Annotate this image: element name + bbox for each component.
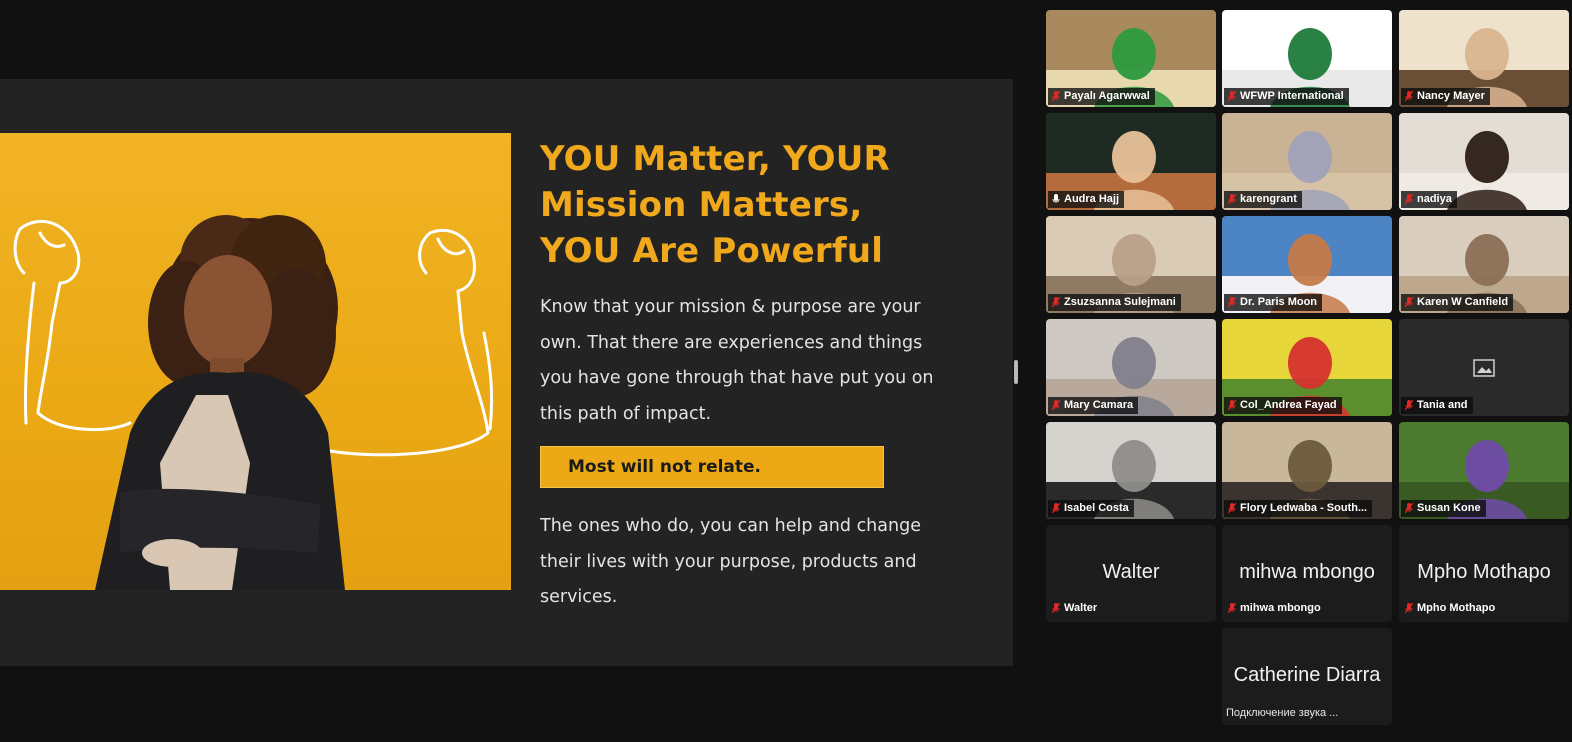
participant-name: Nancy Mayer [1417, 90, 1485, 102]
mic-muted-icon [1228, 194, 1236, 205]
slide-title-line: YOU Are Powerful [540, 231, 884, 271]
participant-tile[interactable]: Flory Ledwaba - South... [1222, 422, 1392, 519]
mic-muted-icon [1228, 400, 1236, 411]
mic-muted-icon [1228, 297, 1236, 308]
participant-tile[interactable]: Col_Andrea Fayad [1222, 319, 1392, 416]
mic-muted-icon [1052, 91, 1060, 102]
mic-muted-icon [1052, 503, 1060, 514]
slide-title-line: YOU Matter, YOUR [540, 139, 890, 179]
participant-name: Payalı Agarwwal [1064, 90, 1150, 102]
slide-paragraph-line: services. [540, 587, 618, 607]
participant-tile[interactable]: Nancy Mayer [1399, 10, 1569, 107]
participant-name-label: WFWP International [1224, 88, 1349, 105]
participant-tile[interactable]: Karen W Canfield [1399, 216, 1569, 313]
slide-paragraph-line: Know that your mission & purpose are you… [540, 297, 921, 317]
mic-muted-icon [1405, 297, 1413, 308]
participant-name: Dr. Paris Moon [1240, 296, 1318, 308]
slide-paragraph-line: you have gone through that have put you … [540, 368, 934, 388]
slide-paragraph-line: The ones who do, you can help and change [540, 516, 921, 536]
participant-tile[interactable]: mihwa mbongo mihwa mbongo [1222, 525, 1392, 622]
participant-name-label: karengrant [1224, 191, 1302, 208]
participant-tile[interactable]: Isabel Costa [1046, 422, 1216, 519]
mic-muted-icon [1405, 91, 1413, 102]
participant-name: Karen W Canfield [1417, 296, 1509, 308]
participant-name: Walter [1064, 602, 1098, 614]
participant-name-label: mihwa mbongo [1224, 600, 1326, 617]
shared-slide: YOU Matter, YOUR Mission Matters, YOU Ar… [0, 79, 1013, 666]
participant-name-label: nadiya [1401, 191, 1457, 208]
audio-status: Подключение звука ... [1226, 707, 1339, 719]
slide-paragraph: Know that your mission & purpose are you… [540, 290, 1000, 432]
mic-icon [1052, 194, 1060, 203]
mic-muted-icon [1228, 503, 1236, 514]
participant-tile[interactable]: Tania and [1399, 319, 1569, 416]
slide-callout-text: Most will not relate. [568, 457, 762, 477]
participant-display-name: Walter [1102, 561, 1160, 583]
participant-tile[interactable]: nadiya [1399, 113, 1569, 210]
mic-muted-icon [1405, 603, 1413, 614]
participant-name: Flory Ledwaba - South... [1240, 502, 1368, 514]
woman-flexing-illustration [13, 215, 494, 590]
participant-name: Isabel Costa [1064, 502, 1129, 514]
participant-name-label: Mpho Mothapo [1401, 600, 1500, 617]
participant-name-label: Mary Camara [1048, 397, 1139, 414]
split-view-handle[interactable] [1014, 360, 1018, 384]
participant-tile[interactable]: Zsuzsanna Sulejmani [1046, 216, 1216, 313]
participant-name: Mary Camara [1064, 399, 1134, 411]
mic-muted-icon [1228, 91, 1236, 102]
mic-muted-icon [1228, 603, 1236, 614]
participant-tile[interactable]: karengrant [1222, 113, 1392, 210]
slide-paragraph-line: own. That there are experiences and thin… [540, 332, 923, 353]
participant-tile[interactable]: Mpho Mothapo Mpho Mothapo [1399, 525, 1569, 622]
slide-paragraph: The ones who do, you can help and change… [540, 509, 1000, 616]
participant-tile[interactable]: WFWP International [1222, 10, 1392, 107]
participant-display-name: mihwa mbongo [1239, 561, 1375, 583]
participant-tile[interactable]: Catherine Diarra Подключение звука ... [1222, 628, 1392, 725]
video-off-avatar-icon [1473, 359, 1495, 377]
participant-name-label: Flory Ledwaba - South... [1224, 500, 1373, 517]
mic-muted-icon [1405, 400, 1413, 411]
participant-name-label: Tania and [1401, 397, 1473, 414]
participant-tile[interactable]: Susan Kone [1399, 422, 1569, 519]
participant-name-label: Col_Andrea Fayad [1224, 397, 1342, 414]
participant-name: Col_Andrea Fayad [1240, 399, 1337, 411]
participant-name: WFWP International [1240, 90, 1344, 102]
participant-name-label: Walter [1048, 600, 1102, 617]
mic-muted-icon [1405, 194, 1413, 205]
slide-callout: Most will not relate. [540, 446, 884, 488]
participant-name: Tania and [1417, 399, 1468, 411]
participant-tile[interactable]: Payalı Agarwwal [1046, 10, 1216, 107]
participant-tile[interactable]: Audra Hajj [1046, 113, 1216, 210]
participant-name-label: Payalı Agarwwal [1048, 88, 1155, 105]
slide-paragraph-line: their lives with your purpose, products … [540, 551, 917, 572]
mic-muted-icon [1052, 297, 1060, 308]
participant-name: nadiya [1417, 193, 1452, 205]
participant-name-label: Nancy Mayer [1401, 88, 1490, 105]
participant-name-label: Dr. Paris Moon [1224, 294, 1323, 311]
participant-name: Susan Kone [1417, 502, 1481, 514]
participant-name-label: Isabel Costa [1048, 500, 1134, 517]
participant-tile[interactable]: Dr. Paris Moon [1222, 216, 1392, 313]
slide-paragraph-line: this path of impact. [540, 403, 712, 424]
mic-muted-icon [1052, 603, 1060, 614]
slide-title-line: Mission Matters, [540, 185, 863, 225]
slide-title: YOU Matter, YOUR Mission Matters, YOU Ar… [540, 136, 1000, 274]
participant-name-label: Audra Hajj [1048, 191, 1125, 208]
mic-muted-icon [1052, 400, 1060, 411]
participant-name: mihwa mbongo [1240, 602, 1321, 614]
participant-tile[interactable]: Mary Camara [1046, 319, 1216, 416]
participant-display-name: Catherine Diarra [1233, 664, 1381, 686]
participant-tile[interactable]: Walter Walter [1046, 525, 1216, 622]
participant-name-label: Susan Kone [1401, 500, 1486, 517]
participant-name-label: Zsuzsanna Sulejmani [1048, 294, 1181, 311]
participant-name: Mpho Mothapo [1417, 602, 1496, 614]
mic-muted-icon [1405, 503, 1413, 514]
participant-name: karengrant [1240, 193, 1297, 205]
participant-name: Zsuzsanna Sulejmani [1064, 296, 1176, 308]
slide-photo [0, 133, 511, 590]
participant-display-name: Mpho Mothapo [1417, 561, 1551, 583]
participant-name-label: Karen W Canfield [1401, 294, 1514, 311]
participant-name: Audra Hajj [1064, 193, 1120, 205]
